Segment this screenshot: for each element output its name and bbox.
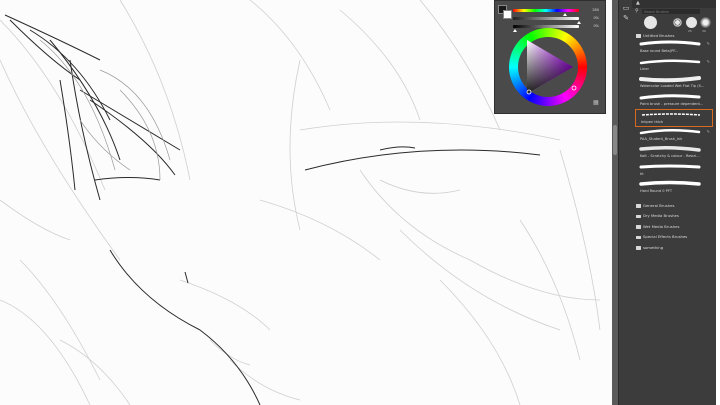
collapse-icon[interactable]: ▲ — [636, 0, 640, 6]
brush-folder[interactable]: Special Effects Brushes — [635, 232, 713, 243]
brush-stroke-preview — [639, 76, 701, 83]
panel-header: ▲ — [632, 0, 716, 8]
brush-name: ht — [640, 171, 644, 176]
folder-icon — [636, 246, 641, 250]
grid-icon[interactable]: ▦ — [593, 99, 599, 106]
saturation-slider[interactable] — [513, 17, 579, 20]
hue-slider-knob[interactable] — [563, 13, 567, 16]
brush-folder-label: General Brushes — [643, 202, 675, 208]
brush-stroke-preview — [639, 164, 701, 168]
scrollbar-thumb[interactable] — [613, 125, 617, 155]
brush-item[interactable]: Paint brush - pressure dependent... — [635, 92, 713, 110]
folder-icon — [636, 214, 641, 218]
brush-stroke-preview — [639, 128, 701, 134]
brush-item[interactable]: ✎ Liner — [635, 57, 713, 75]
brush-name: Base round Beta(PF... — [640, 49, 679, 53]
brush-name: Inkpen thick — [641, 120, 664, 124]
search-icon: ⚲ — [635, 8, 639, 14]
brush-settings-icon[interactable]: ✎ — [622, 14, 630, 22]
tool-icon-strip: ▭ ✎ — [618, 0, 632, 405]
brush-stroke-preview — [639, 180, 701, 186]
search-row: ⚲ — [634, 8, 714, 15]
brush-item[interactable]: Hard Round 0 PFT — [635, 179, 713, 197]
brush-group-label: Untitled Brushes — [643, 33, 675, 38]
folder-icon — [636, 34, 641, 38]
brush-folder-label: Dry Media Brushes — [643, 213, 679, 218]
brush-name: Kolt - Scratchy & colour - Resizi... — [640, 154, 700, 158]
folder-icon — [636, 225, 641, 229]
brush-group-header[interactable]: Untitled Brushes — [635, 32, 713, 39]
brush-name: Watercolor Loaded Wet Flat Tip (S... — [640, 84, 705, 88]
brush-item[interactable]: Kolt - Scratchy & colour - Resizi... — [635, 144, 713, 162]
folder-icon — [636, 204, 641, 208]
brush-item[interactable]: ✎ Base round Beta(PF... — [635, 39, 713, 57]
brush-tip-large[interactable] — [644, 16, 657, 29]
brush-stroke-preview — [639, 145, 701, 152]
brush-name: Paint brush - pressure dependent... — [640, 101, 704, 106]
hue-slider[interactable] — [513, 9, 579, 12]
saturation-value: 0% — [593, 16, 599, 20]
brush-stroke-preview — [641, 113, 701, 116]
brush-folder[interactable]: Dry Media Brushes — [635, 211, 713, 222]
folder-icon — [636, 235, 641, 239]
color-triangle[interactable] — [509, 28, 587, 106]
brush-folder[interactable]: Wet Media Brushes — [635, 222, 713, 233]
brush-stroke-preview — [639, 58, 701, 64]
brush-list: Untitled Brushes ✎ Base round Beta(PF...… — [635, 32, 713, 253]
brush-tip-round[interactable] — [686, 17, 697, 28]
brush-name: Hard Round 0 PFT — [640, 189, 673, 193]
hue-value: 280 — [592, 8, 599, 12]
search-input[interactable] — [642, 9, 700, 14]
brush-folder[interactable]: something — [635, 243, 713, 254]
comment-icon[interactable]: ▭ — [622, 4, 630, 12]
brush-tip-scatter[interactable] — [672, 17, 683, 28]
brush-tip-presets: 25 30 — [634, 15, 716, 33]
brush-item[interactable]: Watercolor Loaded Wet Flat Tip (S... — [635, 74, 713, 92]
brush-tip-soft[interactable] — [700, 17, 711, 28]
brush-stroke-preview — [639, 93, 701, 99]
brushes-panel: ▲ ⚲ 25 30 Untitled Brushes ✎ Base round … — [632, 0, 716, 405]
pen-pressure-icon: ✎ — [706, 41, 710, 46]
brush-stroke-preview — [639, 40, 701, 46]
brush-item-selected[interactable]: Inkpen thick — [635, 109, 713, 127]
color-panel: 280 0% 0% ▦ — [494, 0, 606, 114]
brush-name: Liner — [640, 66, 649, 71]
brush-folder-label: something — [643, 244, 664, 250]
saturation-slider-knob[interactable] — [577, 21, 581, 24]
brush-item[interactable]: ht — [635, 162, 713, 180]
pen-pressure-icon: ✎ — [706, 58, 710, 64]
color-wheel[interactable] — [509, 28, 587, 106]
brush-item[interactable]: ✎ PAA_Student_Brush_Ink — [635, 127, 713, 145]
brush-folder[interactable]: General Brushes — [635, 201, 713, 212]
brush-folder-label: Special Effects Brushes — [643, 234, 688, 239]
pen-pressure-icon: ✎ — [706, 128, 710, 134]
background-color-swatch[interactable] — [503, 10, 512, 19]
brush-folder-label: Wet Media Brushes — [643, 223, 680, 229]
brush-name: PAA_Student_Brush_Ink — [640, 136, 683, 141]
